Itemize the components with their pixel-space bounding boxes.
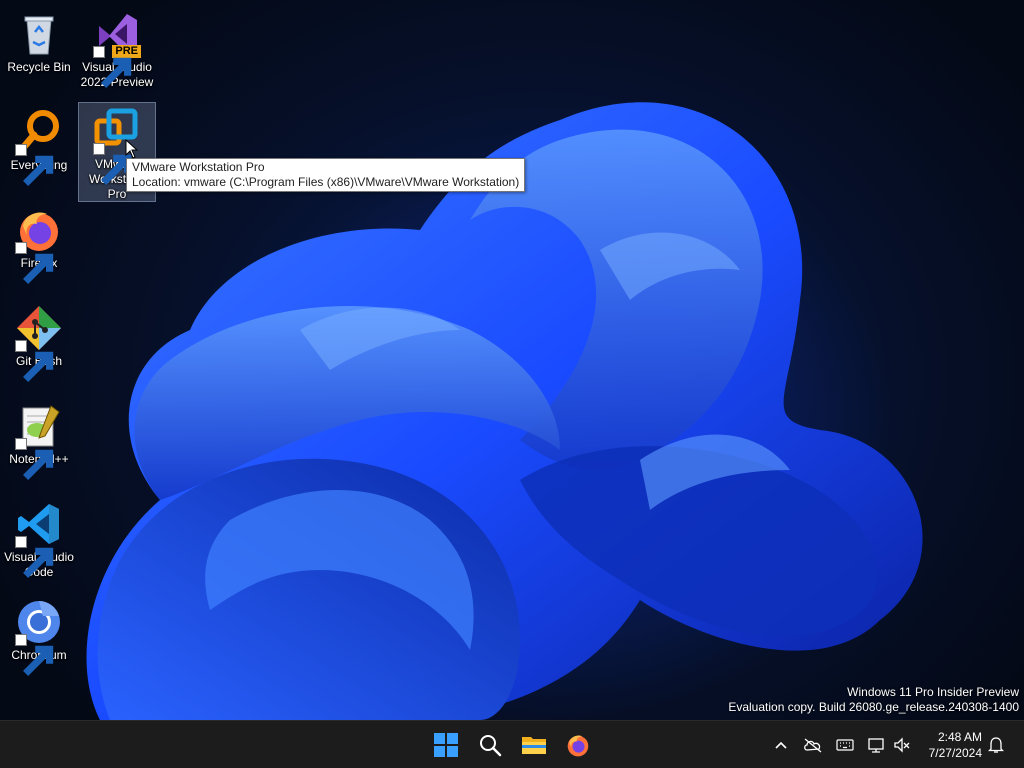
tooltip-location: Location: vmware (C:\Program Files (x86)… [132,175,520,189]
desktop-icon-chromium[interactable]: Chromium [0,594,78,676]
network-tray-button[interactable] [866,735,886,755]
onedrive-offline-icon [804,738,822,753]
mouse-cursor-icon [125,139,139,159]
watermark-edition: Windows 11 Pro Insider Preview [847,685,1019,699]
vmware-tooltip: VMware Workstation Pro Location: vmware … [126,158,526,192]
file-explorer-icon [522,737,546,754]
shortcut-arrow-icon [15,634,54,676]
bell-icon [988,737,1004,753]
clock-date: 7/27/2024 [928,746,982,760]
desktop[interactable]: Recycle Bin PRE Visual Studio 2022 Previ… [0,0,1024,720]
file-explorer-button[interactable] [516,727,552,763]
evaluation-watermark: Windows 11 Pro Insider Preview Evaluatio… [728,685,1019,715]
keyboard-tray-button[interactable] [835,735,855,755]
search-button[interactable] [472,727,508,763]
desktop-icon-recycle-bin[interactable]: Recycle Bin [0,6,78,75]
search-icon [480,735,502,757]
shortcut-arrow-icon [93,143,132,185]
git-icon [15,304,63,382]
taskbar: 2:48 AM 7/27/2024 [0,720,1024,768]
shortcut-arrow-icon [15,536,54,578]
clock-time: 2:48 AM [937,730,982,744]
watermark-build: Evaluation copy. Build 26080.ge_release.… [728,700,1019,714]
shortcut-arrow-icon [15,242,54,284]
shortcut-arrow-icon [93,46,132,88]
tooltip-title: VMware Workstation Pro [132,160,265,174]
start-icon [434,733,458,757]
volume-muted-icon [894,737,910,753]
vscode-icon [15,500,63,578]
chevron-up-icon [775,741,787,749]
notepad-plus-plus-icon [15,402,63,480]
desktop-icon-notepad-plus-plus[interactable]: Notepad++ [0,398,78,480]
notifications-button[interactable] [986,735,1006,755]
firefox-icon [567,735,589,757]
everything-search-icon [15,108,63,186]
desktop-icon-visual-studio-code[interactable]: Visual Studio Code [0,496,78,580]
volume-tray-button[interactable] [892,735,912,755]
onedrive-tray-button[interactable] [803,735,823,755]
recycle-bin-icon [15,10,63,58]
shortcut-arrow-icon [15,144,54,186]
desktop-icon-label: Recycle Bin [7,60,71,74]
shortcut-arrow-icon [15,340,54,382]
shortcut-arrow-icon [15,438,54,480]
chromium-icon [15,598,63,676]
taskbar-clock[interactable]: 2:48 AM 7/27/2024 [929,729,982,761]
start-button[interactable] [428,727,464,763]
firefox-icon [15,206,63,284]
show-hidden-icons-button[interactable] [771,735,791,755]
network-icon [868,738,884,753]
keyboard-icon [836,739,854,751]
desktop-icon-firefox[interactable]: Firefox [0,202,78,284]
firefox-taskbar-button[interactable] [560,727,596,763]
desktop-icon-visual-studio-2022-preview[interactable]: PRE Visual Studio 2022 Preview [78,6,156,90]
desktop-icon-git-bash[interactable]: Git Bash [0,300,78,382]
desktop-icon-everything[interactable]: Everything [0,104,78,186]
visual-studio-preview-icon: PRE [93,10,141,88]
